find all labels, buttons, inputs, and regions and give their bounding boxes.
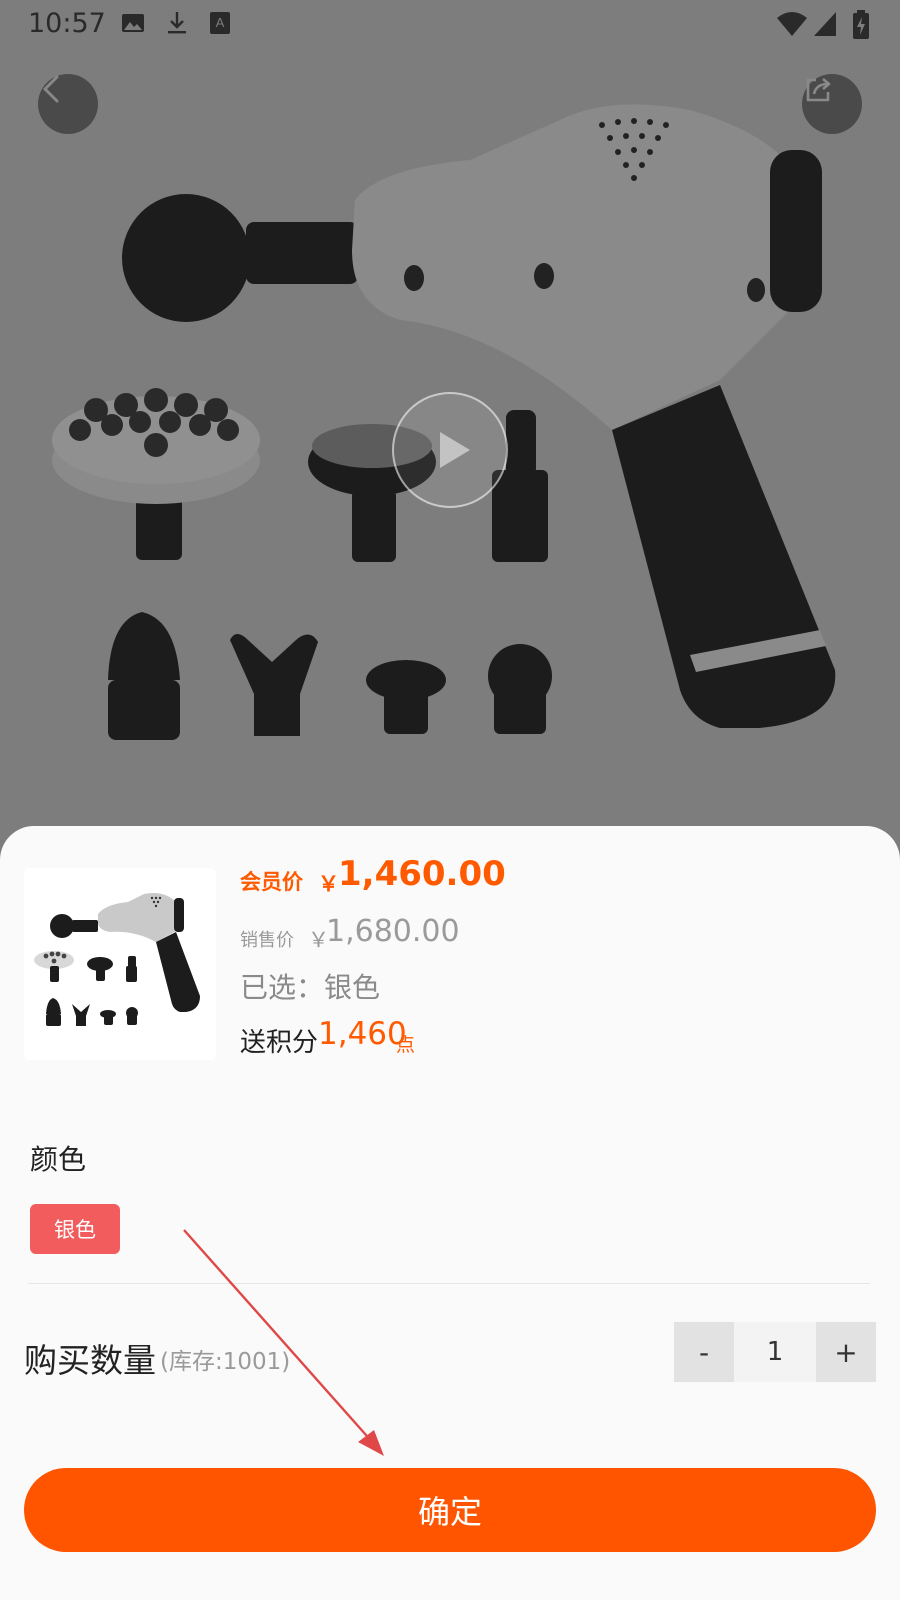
wifi-icon: [777, 12, 807, 36]
color-option-title: 颜色: [30, 1143, 87, 1176]
download-icon: [168, 12, 186, 34]
member-price-currency: ￥: [318, 872, 339, 896]
stock-count: (库存:1001): [160, 1349, 291, 1375]
color-option-silver[interactable]: 银色: [30, 1204, 120, 1254]
quantity-stepper: - 1 +: [674, 1322, 876, 1382]
confirm-button[interactable]: 确定: [24, 1468, 876, 1552]
divider: [28, 1283, 870, 1284]
quantity-label: 购买数量: [24, 1341, 156, 1380]
signal-icon: [814, 12, 836, 36]
image-icon: [122, 14, 144, 32]
chevron-left-icon: [43, 75, 59, 103]
sale-price-label: 销售价: [240, 930, 294, 951]
status-bar: 10:57 A: [0, 0, 900, 50]
status-time: 10:57: [28, 8, 106, 39]
battery-icon: [853, 10, 869, 39]
product-image-area: 10:57 A: [0, 0, 900, 860]
bonus-points-label: 送积分: [240, 1028, 319, 1058]
product-thumbnail-image: [34, 893, 200, 1026]
play-icon: [440, 432, 470, 468]
share-button[interactable]: [802, 74, 862, 134]
text-a-icon: A: [210, 12, 230, 34]
quantity-input[interactable]: 1: [734, 1322, 816, 1382]
quantity-increase-button[interactable]: +: [816, 1322, 876, 1382]
svg-text:A: A: [216, 15, 225, 30]
back-button[interactable]: [38, 74, 98, 134]
product-thumbnail: [24, 868, 216, 1060]
member-price-label: 会员价: [240, 870, 303, 894]
video-play-button[interactable]: [392, 392, 508, 508]
selected-variant-text: 已选：银色: [240, 971, 381, 1004]
quantity-decrease-button[interactable]: -: [674, 1322, 734, 1382]
sale-price: 1,680.00: [326, 914, 460, 949]
sku-selection-sheet: 会员价 ￥ 1,460.00 销售价 ￥ 1,680.00 已选：银色 送积分 …: [0, 826, 900, 1600]
member-price: 1,460.00: [338, 854, 506, 894]
bonus-points-value: 1,460: [318, 1016, 407, 1052]
share-icon: [806, 78, 831, 102]
bonus-points-unit: 点: [396, 1034, 416, 1056]
